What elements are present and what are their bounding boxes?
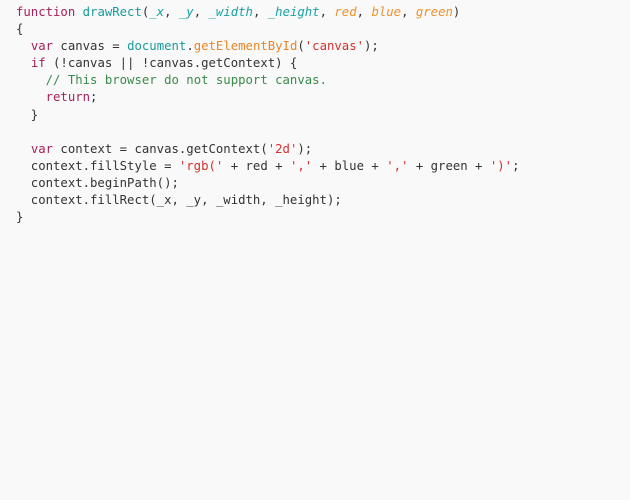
code-token-plain: + red +: [223, 158, 290, 173]
code-token-type: document: [127, 39, 187, 54]
code-token-string: '2d': [267, 141, 298, 156]
code-token-string: ',': [289, 158, 313, 173]
code-token-param: _width: [208, 5, 253, 19]
code-token-punct: ,: [401, 5, 416, 19]
code-line: {: [0, 21, 630, 38]
code-token-punct: }: [16, 107, 39, 122]
code-token-keyword: var: [30, 141, 54, 156]
code-token-plain: context.fillStyle =: [16, 158, 179, 173]
code-token-keyword: if: [30, 56, 46, 71]
code-line: context.fillStyle = 'rgb(' + red + ',' +…: [0, 158, 630, 175]
code-token-punct: );: [364, 39, 379, 54]
code-token-plain: context.fillRect(_x, _y, _width, _height…: [16, 193, 342, 208]
code-token-punct: ;: [512, 158, 520, 173]
code-token-plain: + blue +: [312, 158, 387, 173]
code-block[interactable]: function drawRect ( _x, _y, _width, _heigh…: [0, 4, 630, 226]
code-token-param: _x: [149, 5, 165, 19]
code-token-punct: ;: [90, 90, 98, 105]
code-token-param-alt: blue: [371, 5, 402, 19]
code-line: var context = canvas.getContext('2d');: [0, 141, 630, 158]
code-token-punct: }: [16, 210, 24, 225]
code-token-keyword: var: [30, 39, 54, 54]
code-token-punct: ,: [193, 5, 209, 19]
code-line: }: [0, 209, 630, 226]
code-token-string: 'rgb(': [178, 158, 224, 173]
code-token-punct: (: [297, 39, 305, 54]
code-token-param-alt: red: [334, 5, 357, 19]
code-token-punct: ,: [356, 5, 372, 19]
code-token-param-alt: green: [415, 5, 453, 19]
code-token-punct: ): [452, 5, 461, 19]
code-token-punct: .: [186, 39, 194, 54]
code-token-keyword: function: [16, 5, 76, 19]
code-token-plain: canvas =: [53, 39, 128, 54]
code-token-punct: );: [297, 141, 313, 156]
code-line: }: [0, 107, 630, 124]
code-line: if (!canvas || !canvas.getContext) {: [0, 55, 630, 72]
code-token-punct: ,: [252, 5, 268, 19]
code-token-string: ')': [489, 158, 513, 173]
code-line: function drawRect(_x, _y, _width, _heigh…: [0, 4, 630, 21]
code-token-param: _height: [267, 5, 320, 19]
code-token-string: 'canvas': [304, 39, 365, 54]
code-token-keyword: return: [45, 90, 91, 105]
code-token-plain: context = canvas.getContext(: [53, 141, 268, 156]
code-token-string: ',': [386, 158, 409, 173]
code-line: context.fillRect(_x, _y, _width, _height…: [0, 192, 630, 209]
code-token-plain: (!canvas || !canvas.getContext) {: [45, 56, 298, 71]
code-token-comment: // This browser do not support canvas.: [45, 73, 327, 88]
code-token-punct: ,: [319, 5, 335, 19]
code-token-type: drawRect: [82, 5, 142, 19]
code-token-plain: + green +: [408, 158, 490, 173]
code-token-plain: context.beginPath();: [16, 175, 179, 190]
code-line: context.beginPath();: [0, 175, 630, 192]
code-line: // This browser do not support canvas.: [0, 72, 630, 89]
code-line: var canvas = document.getElementById('ca…: [0, 38, 630, 55]
code-token-punct: {: [16, 22, 24, 37]
code-token-param: _y: [178, 5, 194, 19]
code-viewer[interactable]: function drawRect ( _x, _y, _width, _heigh…: [0, 0, 630, 500]
code-token-punct: ,: [164, 5, 179, 19]
code-token-function: getElementById: [193, 39, 298, 54]
code-line: return;: [0, 89, 630, 106]
